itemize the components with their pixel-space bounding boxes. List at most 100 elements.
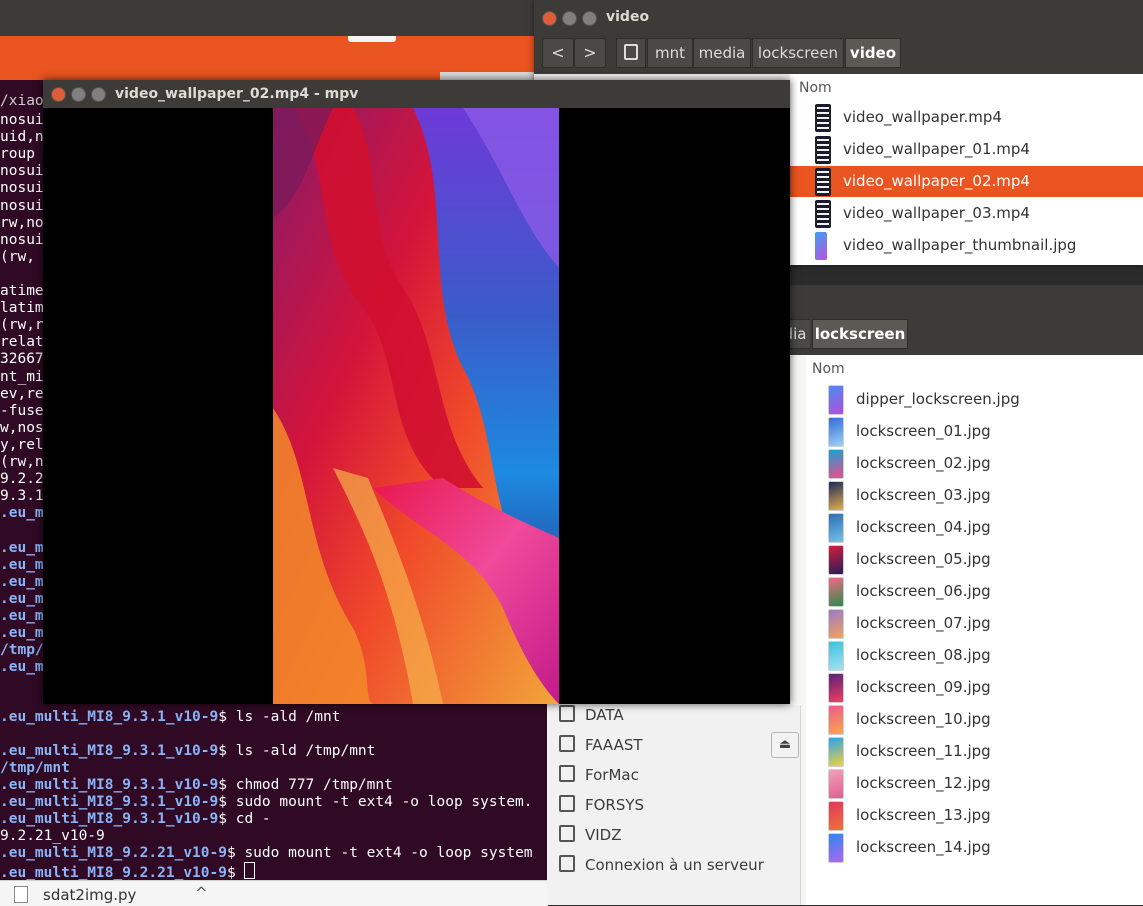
file-name: video_wallpaper.mp4 — [843, 108, 1002, 126]
file-name: lockscreen_07.jpg — [856, 614, 991, 632]
column-header-name[interactable]: Nom — [799, 80, 832, 96]
file-row[interactable]: lockscreen_03.jpg — [806, 479, 1143, 511]
sidebar-item[interactable]: DATA — [559, 705, 624, 724]
drive-icon[interactable] — [616, 38, 646, 68]
terminal-prompt: .eu_multi_MI8_9.3.1_v10-9 — [0, 794, 219, 810]
terminal-command: $ sudo mount -t ext4 -o loop system — [226, 845, 533, 861]
file-row[interactable]: lockscreen_12.jpg — [806, 767, 1143, 799]
breadcrumb-lockscreen[interactable]: lockscreen — [812, 319, 908, 349]
terminal-command: $ — [226, 865, 245, 880]
file-row[interactable]: lockscreen_07.jpg — [806, 607, 1143, 639]
file-row[interactable]: lockscreen_10.jpg — [806, 703, 1143, 735]
image-thumbnail-icon — [828, 449, 844, 479]
terminal-line: 9.2.2 — [0, 471, 44, 488]
file-list[interactable]: Nom video_wallpaper.mp4 video_wallpaper_0… — [790, 74, 1143, 265]
image-thumbnail-icon — [828, 833, 844, 863]
drive-icon — [559, 705, 575, 722]
terminal-command: $ ls -ald /tmp/mnt — [218, 743, 376, 759]
file-row[interactable]: video_wallpaper_03.mp4 — [790, 198, 1143, 229]
file-row[interactable]: lockscreen_06.jpg — [806, 575, 1143, 607]
file-name: lockscreen_04.jpg — [856, 518, 991, 536]
terminal-prompt: .eu_multi_MI8_9.3.1_v10-9 — [0, 811, 219, 827]
image-thumbnail-icon — [828, 545, 844, 575]
file-name: video_wallpaper_thumbnail.jpg — [843, 236, 1077, 254]
terminal-command-line: .eu_multi_MI8_9.3.1_v10-9$ chmod 777 /tm… — [0, 777, 393, 794]
back-button[interactable]: < — [542, 38, 574, 68]
breadcrumb-video[interactable]: video — [845, 38, 901, 68]
sidebar-item[interactable]: FORSYS — [559, 795, 644, 814]
file-row[interactable]: video_wallpaper_02.mp4 — [790, 166, 1143, 197]
window-title: video — [606, 9, 650, 25]
file-row[interactable]: lockscreen_09.jpg — [806, 671, 1143, 703]
file-row[interactable]: lockscreen_01.jpg — [806, 415, 1143, 447]
terminal-prompt: .eu_multi_MI8_9.3.1_v10-9 — [0, 709, 219, 725]
sidebar-item-label: DATA — [585, 706, 624, 724]
drive-icon — [559, 825, 575, 842]
forward-button[interactable]: > — [574, 38, 606, 68]
file-row[interactable]: video_wallpaper.mp4 — [790, 102, 1143, 133]
mpv-player-window[interactable]: video_wallpaper_02.mp4 - mpv — [43, 80, 790, 704]
file-name: dipper_lockscreen.jpg — [856, 390, 1020, 408]
file-row[interactable]: video_wallpaper_01.mp4 — [790, 134, 1143, 165]
terminal-prompt: .eu_multi_MI8_9.3.1_v10-9 — [0, 777, 219, 793]
maximize-window-button[interactable] — [582, 11, 597, 26]
sidebar-item[interactable]: ForMac — [559, 765, 639, 784]
terminal-line: 32667 — [0, 351, 44, 368]
sidebar-item[interactable]: FAAAST — [559, 735, 643, 754]
image-thumbnail-icon — [828, 513, 844, 543]
file-row[interactable]: lockscreen_11.jpg — [806, 735, 1143, 767]
file-name: lockscreen_12.jpg — [856, 774, 991, 792]
image-thumbnail-icon — [828, 385, 844, 415]
video-file-icon — [815, 200, 831, 228]
download-filename[interactable]: sdat2img.py — [43, 886, 136, 904]
file-row[interactable]: lockscreen_04.jpg — [806, 511, 1143, 543]
terminal-command: $ sudo mount -t ext4 -o loop system. — [218, 794, 533, 810]
minimize-window-button[interactable] — [71, 87, 86, 102]
image-thumbnail-icon — [828, 673, 844, 703]
sidebar-item[interactable]: VIDZ — [559, 825, 622, 844]
close-window-button[interactable] — [542, 11, 557, 26]
file-name: lockscreen_08.jpg — [856, 646, 991, 664]
terminal-command-line: 9.2.21_v10-9 — [0, 828, 105, 845]
terminal-command: $ cd - — [218, 811, 271, 827]
breadcrumb-lockscreen[interactable]: lockscreen — [752, 38, 844, 68]
file-row[interactable]: dipper_lockscreen.jpg — [806, 383, 1143, 415]
minimize-window-button[interactable] — [562, 11, 577, 26]
maximize-window-button[interactable] — [91, 87, 106, 102]
terminal-line: roup — [0, 146, 35, 163]
file-row[interactable]: lockscreen_14.jpg — [806, 831, 1143, 863]
drive-icon — [559, 735, 575, 752]
chevron-up-icon[interactable]: ^ — [195, 884, 208, 902]
sidebar-item-label: FAAAST — [585, 736, 643, 754]
breadcrumb-mnt[interactable]: mnt — [647, 38, 693, 68]
file-name: lockscreen_11.jpg — [856, 742, 991, 760]
file-row[interactable]: lockscreen_13.jpg — [806, 799, 1143, 831]
terminal-command-line: .eu_multi_MI8_9.3.1_v10-9$ sudo mount -t… — [0, 794, 533, 811]
file-row[interactable]: lockscreen_05.jpg — [806, 543, 1143, 575]
image-thumbnail-icon — [828, 737, 844, 767]
file-row[interactable]: lockscreen_02.jpg — [806, 447, 1143, 479]
video-file-icon — [815, 168, 831, 196]
background-app-tab[interactable] — [348, 36, 396, 42]
video-frame[interactable] — [273, 108, 559, 704]
file-row[interactable]: lockscreen_08.jpg — [806, 639, 1143, 671]
sidebar-item-label: VIDZ — [585, 826, 622, 844]
image-thumbnail-icon — [828, 801, 844, 831]
terminal-cursor — [244, 862, 256, 879]
column-header-name[interactable]: Nom — [812, 361, 845, 377]
window-titlebar: video_wallpaper_02.mp4 - mpv — [43, 80, 790, 108]
eject-icon[interactable]: ⏏ — [771, 732, 799, 758]
terminal-command: $ ls -ald /mnt — [218, 709, 341, 725]
file-list[interactable]: Nom dipper_lockscreen.jpg lockscreen_01.j… — [806, 355, 1143, 905]
breadcrumb-media[interactable]: media — [693, 38, 751, 68]
file-name: lockscreen_05.jpg — [856, 550, 991, 568]
terminal-prompt: .eu_multi_MI8_9.2.21_v10-9 — [0, 865, 227, 880]
terminal-command-line: .eu_multi_MI8_9.2.21_v10-9$ — [0, 862, 256, 880]
sidebar-item[interactable]: Connexion à un serveur — [559, 855, 764, 874]
file-name: lockscreen_14.jpg — [856, 838, 991, 856]
file-name: lockscreen_06.jpg — [856, 582, 991, 600]
terminal-command-line: .eu_multi_MI8_9.3.1_v10-9$ ls -ald /tmp/… — [0, 743, 375, 760]
close-window-button[interactable] — [51, 87, 66, 102]
file-row[interactable]: video_wallpaper_thumbnail.jpg — [790, 230, 1143, 261]
terminal-line: /tmp/ — [0, 642, 44, 659]
